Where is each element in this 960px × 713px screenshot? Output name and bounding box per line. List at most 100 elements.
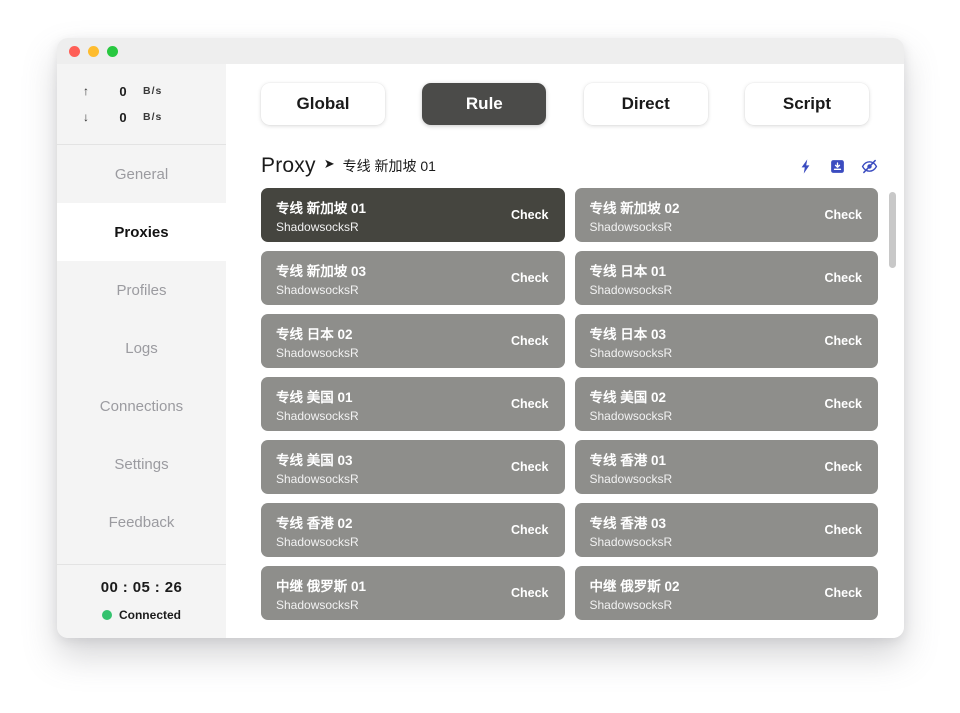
proxy-type: ShadowsocksR (276, 598, 366, 612)
proxy-card[interactable]: 专线 美国 02 ShadowsocksR Check (575, 377, 879, 431)
check-button[interactable]: Check (814, 397, 862, 411)
proxy-card-texts: 专线 香港 01 ShadowsocksR (590, 449, 673, 486)
minimize-window-button[interactable] (88, 46, 99, 57)
close-window-button[interactable] (69, 46, 80, 57)
proxy-card[interactable]: 中继 俄罗斯 01 ShadowsocksR Check (261, 566, 565, 620)
proxy-name: 中继 俄罗斯 02 (590, 575, 680, 595)
proxy-name: 专线 香港 02 (276, 512, 359, 532)
connection-status: Connected (57, 608, 226, 622)
tab-label: Direct (622, 94, 670, 114)
check-button[interactable]: Check (501, 271, 549, 285)
proxy-name: 专线 香港 01 (590, 449, 673, 469)
proxy-name: 专线 日本 02 (276, 323, 359, 343)
status-badge: Connected (119, 608, 181, 622)
sidebar-footer: 00 : 05 : 26 Connected (57, 564, 226, 638)
eye-off-icon[interactable] (861, 158, 878, 175)
breadcrumb-current-proxy: 专线 新加坡 01 (343, 156, 436, 176)
proxy-card-texts: 专线 新加坡 01 ShadowsocksR (276, 197, 366, 234)
sidebar-item-label: Profiles (116, 282, 166, 299)
proxy-card[interactable]: 专线 日本 03 ShadowsocksR Check (575, 314, 879, 368)
download-box-icon[interactable] (829, 158, 846, 175)
sidebar-item-general[interactable]: General (57, 145, 226, 203)
check-button[interactable]: Check (501, 523, 549, 537)
check-button[interactable]: Check (814, 208, 862, 222)
mode-tabbar: Global Rule Direct Script (226, 64, 904, 144)
status-indicator-dot (102, 610, 112, 620)
page-title: Proxy (261, 154, 316, 178)
proxy-card[interactable]: 专线 香港 03 ShadowsocksR Check (575, 503, 879, 557)
sidebar: ↑ 0 B/s ↓ 0 B/s General Proxies (57, 64, 226, 638)
proxy-card-texts: 专线 日本 01 ShadowsocksR (590, 260, 673, 297)
sidebar-item-feedback[interactable]: Feedback (57, 493, 226, 551)
download-speed-unit: B/s (143, 111, 226, 123)
proxy-card-texts: 中继 俄罗斯 02 ShadowsocksR (590, 575, 680, 612)
proxy-card[interactable]: 专线 美国 03 ShadowsocksR Check (261, 440, 565, 494)
sidebar-item-connections[interactable]: Connections (57, 377, 226, 435)
sidebar-item-profiles[interactable]: Profiles (57, 261, 226, 319)
proxy-list-scroll-area[interactable]: 专线 新加坡 01 ShadowsocksR Check 专线 新加坡 02 S… (226, 188, 904, 638)
proxy-card-texts: 专线 美国 03 ShadowsocksR (276, 449, 359, 486)
check-button[interactable]: Check (814, 334, 862, 348)
check-button[interactable]: Check (814, 586, 862, 600)
sidebar-item-proxies[interactable]: Proxies (57, 203, 226, 261)
proxy-name: 专线 美国 02 (590, 386, 673, 406)
proxy-type: ShadowsocksR (276, 472, 359, 486)
check-button[interactable]: Check (501, 208, 549, 222)
app-window: ↑ 0 B/s ↓ 0 B/s General Proxies (57, 38, 904, 638)
sidebar-item-label: Feedback (109, 514, 175, 531)
sidebar-item-label: General (115, 166, 168, 183)
proxy-card[interactable]: 中继 俄罗斯 02 ShadowsocksR Check (575, 566, 879, 620)
check-button[interactable]: Check (814, 271, 862, 285)
proxy-breadcrumb-header: Proxy ➤ 专线 新加坡 01 (226, 144, 904, 188)
tab-script[interactable]: Script (745, 83, 869, 125)
proxy-type: ShadowsocksR (590, 346, 673, 360)
proxy-type: ShadowsocksR (590, 598, 680, 612)
proxy-card-texts: 专线 美国 01 ShadowsocksR (276, 386, 359, 423)
proxy-name: 专线 日本 03 (590, 323, 673, 343)
upload-speed-row: ↑ 0 B/s (57, 78, 226, 104)
maximize-window-button[interactable] (107, 46, 118, 57)
proxy-card[interactable]: 专线 日本 02 ShadowsocksR Check (261, 314, 565, 368)
check-button[interactable]: Check (501, 460, 549, 474)
proxy-grid: 专线 新加坡 01 ShadowsocksR Check 专线 新加坡 02 S… (261, 188, 878, 630)
check-button[interactable]: Check (814, 460, 862, 474)
proxy-card[interactable]: 专线 新加坡 01 ShadowsocksR Check (261, 188, 565, 242)
proxy-card[interactable]: 专线 日本 01 ShadowsocksR Check (575, 251, 879, 305)
proxy-type: ShadowsocksR (590, 220, 680, 234)
proxy-card-texts: 专线 新加坡 02 ShadowsocksR (590, 197, 680, 234)
sidebar-item-logs[interactable]: Logs (57, 319, 226, 377)
tab-label: Rule (466, 94, 503, 114)
proxy-type: ShadowsocksR (590, 283, 673, 297)
proxy-card[interactable]: 专线 香港 02 ShadowsocksR Check (261, 503, 565, 557)
window-titlebar[interactable] (57, 38, 904, 64)
desktop-background: ↑ 0 B/s ↓ 0 B/s General Proxies (0, 0, 960, 713)
check-button[interactable]: Check (501, 586, 549, 600)
proxy-list-scrollbar[interactable] (889, 188, 896, 638)
traffic-stats: ↑ 0 B/s ↓ 0 B/s (57, 64, 226, 145)
proxy-card-texts: 中继 俄罗斯 01 ShadowsocksR (276, 575, 366, 612)
proxy-type: ShadowsocksR (276, 346, 359, 360)
lightning-icon[interactable] (797, 158, 814, 175)
check-button[interactable]: Check (501, 397, 549, 411)
proxy-card-texts: 专线 新加坡 03 ShadowsocksR (276, 260, 366, 297)
tab-global[interactable]: Global (261, 83, 385, 125)
proxy-card[interactable]: 专线 香港 01 ShadowsocksR Check (575, 440, 879, 494)
check-button[interactable]: Check (814, 523, 862, 537)
proxy-type: ShadowsocksR (276, 220, 366, 234)
proxy-name: 专线 新加坡 02 (590, 197, 680, 217)
upload-speed-unit: B/s (143, 85, 226, 97)
proxy-card[interactable]: 专线 新加坡 02 ShadowsocksR Check (575, 188, 879, 242)
proxy-card[interactable]: 专线 新加坡 03 ShadowsocksR Check (261, 251, 565, 305)
tab-rule[interactable]: Rule (422, 83, 546, 125)
tab-direct[interactable]: Direct (584, 83, 708, 125)
proxy-card-texts: 专线 日本 03 ShadowsocksR (590, 323, 673, 360)
proxy-card[interactable]: 专线 美国 01 ShadowsocksR Check (261, 377, 565, 431)
download-speed-value: 0 (103, 110, 143, 125)
scrollbar-thumb[interactable] (889, 192, 896, 268)
check-button[interactable]: Check (501, 334, 549, 348)
proxy-name: 专线 新加坡 03 (276, 260, 366, 280)
sidebar-item-label: Connections (100, 398, 183, 415)
download-arrow-icon: ↓ (69, 110, 103, 124)
proxy-name: 专线 美国 01 (276, 386, 359, 406)
sidebar-item-settings[interactable]: Settings (57, 435, 226, 493)
